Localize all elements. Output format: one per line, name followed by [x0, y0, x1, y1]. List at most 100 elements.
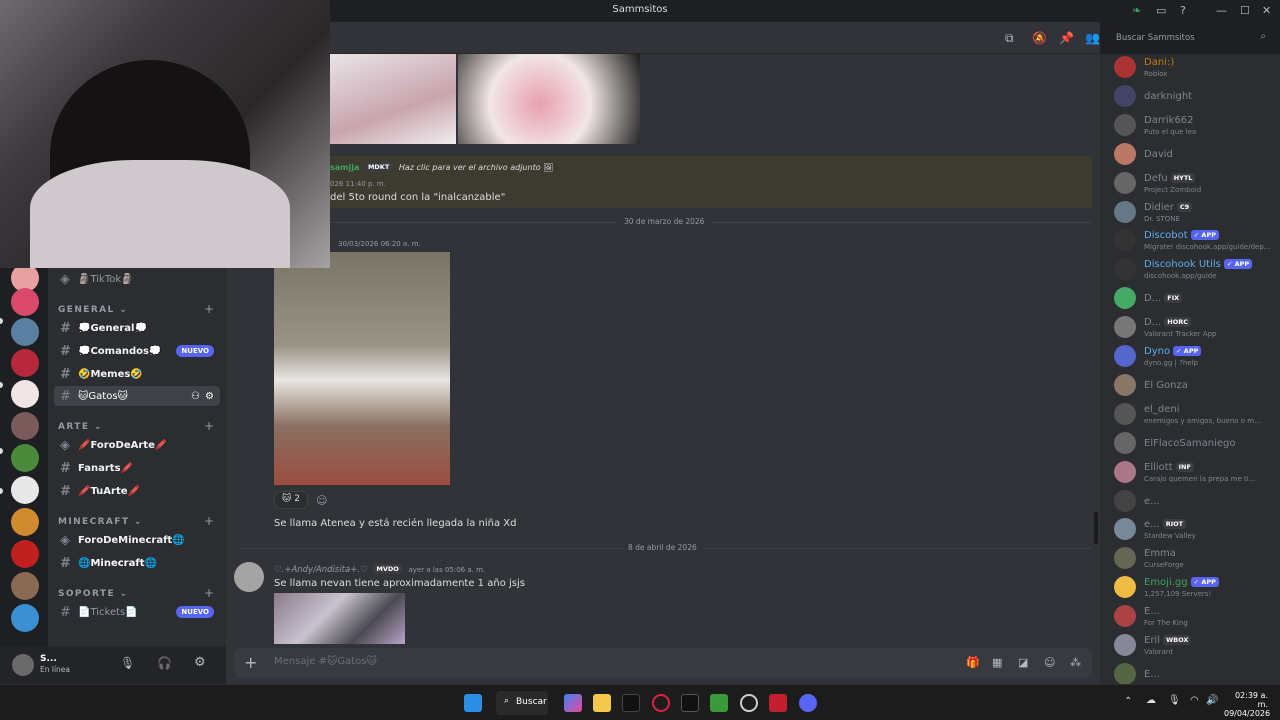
channel-forodeminecraft[interactable]: ◈ ForoDeMinecraft🌐: [54, 530, 220, 550]
channel-tuarte[interactable]: # 🖍️TuArte🖍️: [54, 481, 220, 501]
nitro-icon[interactable]: ❧: [1132, 4, 1141, 17]
onedrive-icon[interactable]: ☁: [1146, 695, 1156, 706]
message-author[interactable]: ♡.+Andy/Andisita+.♡: [274, 565, 368, 575]
member-item[interactable]: Elliott INF Carajo quemen la prepa me ti..…: [1114, 459, 1280, 487]
reply-preview[interactable]: Haz clic para ver el archivo adjunto: [399, 163, 541, 172]
channel-fanarts[interactable]: # Fanarts🖍️: [54, 458, 220, 478]
category-arte[interactable]: ARTE ⌄: [58, 422, 103, 432]
member-item[interactable]: darknight: [1114, 83, 1280, 111]
user-settings-icon[interactable]: ⚙: [194, 655, 206, 670]
member-item[interactable]: Discobot ✓ APP Migrate! discohook.app/guid…: [1114, 227, 1280, 255]
server-icon[interactable]: [11, 572, 39, 600]
taskbar-search[interactable]: ⌕ Buscar: [496, 691, 548, 715]
member-item[interactable]: ElFlacoSamaniego: [1114, 430, 1280, 458]
clock[interactable]: 02:39 a. m. 09/04/2026: [1224, 691, 1270, 718]
category-soporte[interactable]: SOPORTE ⌄: [58, 589, 128, 599]
server-icon[interactable]: [11, 604, 39, 632]
add-reaction-icon[interactable]: ☺: [316, 494, 327, 507]
member-item[interactable]: Dyno ✓ APP dyno.gg | ?help: [1114, 343, 1280, 371]
image-attachment[interactable]: [274, 593, 405, 644]
channel-comandos[interactable]: # 💭Comandos💭 NUEVO: [54, 341, 220, 361]
sticker-icon[interactable]: ◪: [1018, 656, 1028, 669]
category-minecraft[interactable]: MINECRAFT ⌄: [58, 517, 143, 527]
minecraft-icon[interactable]: [710, 694, 728, 712]
discord-icon[interactable]: [799, 694, 817, 712]
channel-general[interactable]: # 💭General💭: [54, 318, 220, 338]
member-item[interactable]: Discohook Utils ✓ APP discohook.app/guide: [1114, 256, 1280, 284]
notification-icon[interactable]: 🔕: [1032, 31, 1047, 45]
member-item[interactable]: e...: [1114, 488, 1280, 516]
server-icon[interactable]: [11, 540, 39, 568]
add-channel-button[interactable]: +: [204, 302, 214, 316]
image-attachment[interactable]: [330, 54, 456, 144]
help-icon[interactable]: ?: [1180, 4, 1186, 17]
wifi-icon[interactable]: ◠: [1190, 695, 1199, 706]
close-button[interactable]: ✕: [1262, 4, 1271, 17]
channel-tiktok[interactable]: ◈ 🗿TikTok🗿: [54, 269, 220, 289]
member-item[interactable]: E... For The King: [1114, 603, 1280, 631]
add-channel-button[interactable]: +: [204, 419, 214, 433]
server-icon[interactable]: [11, 412, 39, 440]
composer-input[interactable]: Mensaje #🐱Gatos🐱: [274, 656, 377, 667]
obs-icon[interactable]: [740, 694, 758, 712]
avatar[interactable]: [12, 654, 34, 676]
member-item[interactable]: Defu HYTL Project Zomboid: [1114, 170, 1280, 198]
channel-tickets[interactable]: # 📄Tickets📄 NUEVO: [54, 602, 220, 622]
add-channel-button[interactable]: +: [204, 586, 214, 600]
avatar[interactable]: [234, 562, 264, 592]
member-item[interactable]: D... FIX: [1114, 285, 1280, 313]
server-icon[interactable]: [11, 508, 39, 536]
channel-minecraft[interactable]: # 🌐Minecraft🌐: [54, 553, 220, 573]
maximize-button[interactable]: ☐: [1240, 4, 1250, 17]
invite-icon[interactable]: ⚇: [191, 391, 200, 402]
member-item[interactable]: Darrik662 Puto el que lea: [1114, 112, 1280, 140]
server-icon[interactable]: [11, 288, 39, 316]
member-item[interactable]: Dani:) Roblox: [1114, 54, 1280, 82]
threads-icon[interactable]: ⧉: [1005, 31, 1014, 46]
chevron-up-icon[interactable]: ⌃: [1124, 696, 1132, 707]
server-icon[interactable]: [11, 349, 39, 377]
message-composer[interactable]: + Mensaje #🐱Gatos🐱 🎁 ▦ ◪ ☺ ⁂: [234, 648, 1092, 678]
headphones-icon[interactable]: 🎧: [157, 656, 172, 670]
member-list-icon[interactable]: 👥: [1085, 31, 1100, 45]
add-attachment-icon[interactable]: +: [244, 653, 257, 672]
channel-forodearte[interactable]: ◈ 🖍️ForoDeArte🖍️: [54, 435, 220, 455]
windows-start-icon[interactable]: [464, 694, 482, 712]
server-icon[interactable]: [11, 476, 39, 504]
emoji-icon[interactable]: ☺: [1044, 656, 1055, 669]
volume-icon[interactable]: 🔊: [1206, 695, 1218, 706]
member-item[interactable]: Emoji.gg ✓ APP 1,257,109 Servers!: [1114, 574, 1280, 602]
member-item[interactable]: El Gonza: [1114, 372, 1280, 400]
microphone-icon[interactable]: 🎙: [120, 656, 135, 670]
gift-icon[interactable]: 🎁: [966, 656, 980, 669]
settings-icon[interactable]: ⚙: [205, 391, 214, 402]
channel-gatos[interactable]: # 🐱Gatos🐱 ⚇ ⚙: [54, 386, 220, 406]
member-item[interactable]: D... HORC Valorant Tracker App: [1114, 314, 1280, 342]
member-item[interactable]: e... RIOT Stardew Valley: [1114, 516, 1280, 544]
add-channel-button[interactable]: +: [204, 514, 214, 528]
capcut-icon[interactable]: [681, 694, 699, 712]
server-icon[interactable]: [11, 380, 39, 408]
member-item[interactable]: Emma CurseForge: [1114, 545, 1280, 573]
inbox-icon[interactable]: ▭: [1156, 4, 1166, 17]
scrollbar[interactable]: [1094, 512, 1098, 544]
search-box[interactable]: Buscar Sammsitos ⌕: [1110, 28, 1272, 48]
category-general[interactable]: GENERAL ⌄: [58, 305, 128, 315]
reaction[interactable]: 🐱 2: [274, 491, 308, 509]
server-icon[interactable]: [11, 444, 39, 472]
member-item[interactable]: Eril WBOX Valorant: [1114, 632, 1280, 660]
search-input[interactable]: Buscar Sammsitos: [1116, 33, 1195, 43]
gif-icon[interactable]: ▦: [992, 656, 1002, 669]
microphone-icon[interactable]: 🎙: [1168, 695, 1181, 706]
reply-author[interactable]: samjja: [330, 163, 359, 172]
channel-memes[interactable]: # 🤣Memes🤣: [54, 364, 220, 384]
member-item[interactable]: el_deni enemigos y amigos, bueno o m...: [1114, 401, 1280, 429]
image-attachment[interactable]: [458, 54, 640, 144]
copilot-icon[interactable]: [564, 694, 582, 712]
minimize-button[interactable]: —: [1216, 4, 1227, 17]
app-icon[interactable]: [769, 694, 787, 712]
tiktok-icon[interactable]: [622, 694, 640, 712]
server-icon[interactable]: [11, 318, 39, 346]
file-explorer-icon[interactable]: [593, 694, 611, 712]
opera-icon[interactable]: [652, 694, 670, 712]
